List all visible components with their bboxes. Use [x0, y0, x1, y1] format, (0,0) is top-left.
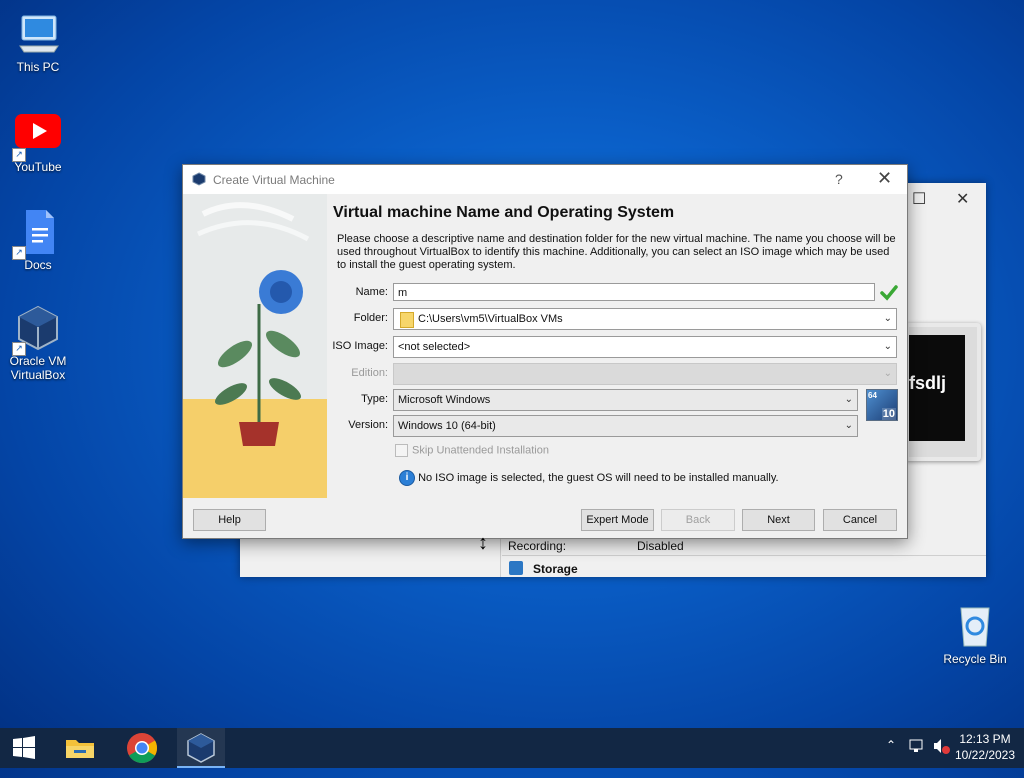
checkbox-box	[395, 444, 408, 457]
maximize-icon[interactable]: ☐	[912, 189, 926, 209]
skip-unattended-label: Skip Unattended Installation	[412, 444, 549, 457]
virtualbox-icon: ↗	[12, 304, 62, 356]
help-icon[interactable]: ?	[835, 171, 843, 187]
chevron-down-icon: ⌄	[844, 420, 853, 431]
version-value: Windows 10 (64-bit)	[398, 420, 496, 432]
vm-preview: fsdlj	[905, 323, 981, 461]
valid-checkmark-icon	[880, 285, 898, 301]
os-version-label: 10	[881, 408, 896, 420]
back-button[interactable]: Back	[661, 509, 735, 531]
youtube-icon: ↗	[12, 110, 62, 162]
computer-icon	[14, 10, 62, 58]
section-divider	[502, 555, 986, 556]
taskbar-chrome[interactable]	[118, 728, 166, 768]
virtualbox-icon	[192, 172, 206, 186]
shortcut-arrow-icon: ↗	[12, 342, 26, 356]
os-bits-label: 64	[868, 391, 877, 400]
desktop-icon-label: Oracle VM VirtualBox	[9, 354, 67, 382]
info-text: No ISO image is selected, the guest OS w…	[418, 471, 779, 484]
info-message: i No ISO image is selected, the guest OS…	[399, 470, 779, 486]
desktop-icon-label: YouTube	[14, 160, 62, 174]
storage-icon	[509, 561, 523, 575]
iso-image-select[interactable]: <not selected> ⌄	[393, 336, 897, 358]
folder-label: Folder:	[353, 312, 388, 324]
cancel-button[interactable]: Cancel	[823, 509, 897, 531]
iso-image-value: <not selected>	[398, 341, 471, 353]
desktop-icon-label: This PC	[16, 60, 60, 74]
vm-preview-screen: fsdlj	[909, 335, 965, 441]
next-button[interactable]: Next	[742, 509, 815, 531]
info-icon: i	[399, 470, 415, 486]
start-icon	[13, 736, 35, 759]
desktop-icon-label: Recycle Bin	[943, 652, 1007, 666]
page-heading: Virtual machine Name and Operating Syste…	[333, 204, 675, 221]
resize-cursor-icon: ↕	[478, 532, 488, 554]
expert-mode-button[interactable]: Expert Mode	[581, 509, 654, 531]
docs-icon: ↗	[12, 208, 62, 260]
desktop-icon-youtube[interactable]: ↗ YouTube	[0, 110, 76, 174]
taskbar-clock[interactable]: 12:13 PM 10/22/2023	[952, 731, 1018, 763]
version-label: Version:	[348, 419, 388, 431]
desktop-icon-label: Docs	[24, 258, 52, 272]
start-button[interactable]	[0, 728, 48, 768]
virtualbox-icon	[187, 733, 215, 763]
shortcut-arrow-icon: ↗	[12, 148, 26, 162]
recording-value: Disabled	[637, 539, 684, 553]
desktop-icon-virtualbox[interactable]: ↗ Oracle VM VirtualBox	[0, 304, 76, 382]
version-select[interactable]: Windows 10 (64-bit) ⌄	[393, 415, 858, 437]
dialog-titlebar[interactable]: Create Virtual Machine ? ✕	[183, 165, 907, 194]
name-input[interactable]: m	[393, 283, 875, 301]
taskbar-virtualbox[interactable]	[177, 728, 225, 768]
folder-value: C:\Users\vm5\VirtualBox VMs	[418, 313, 563, 325]
desktop-icon-this-pc[interactable]: This PC	[0, 10, 76, 74]
chevron-down-icon: ⌄	[844, 394, 853, 405]
chevron-down-icon: ⌄	[883, 368, 892, 379]
shortcut-arrow-icon: ↗	[12, 246, 26, 260]
close-icon[interactable]: ✕	[956, 189, 969, 209]
chrome-icon	[127, 733, 158, 764]
type-value: Microsoft Windows	[398, 394, 491, 406]
type-select[interactable]: Microsoft Windows ⌄	[393, 389, 858, 411]
clock-date: 10/22/2023	[954, 748, 1016, 762]
show-hidden-icons-icon[interactable]: ⌃	[886, 738, 896, 778]
wizard-illustration	[183, 194, 327, 498]
create-vm-dialog[interactable]: Create Virtual Machine ? ✕ Virtual machi…	[182, 164, 908, 539]
page-description: Please choose a descriptive name and des…	[337, 233, 896, 271]
wizard-content: Virtual machine Name and Operating Syste…	[332, 194, 903, 498]
taskbar: ⌃ 12:13 PM 10/22/2023	[0, 728, 1024, 768]
taskbar-file-explorer[interactable]	[56, 728, 104, 768]
os-type-icon: 64 10	[866, 389, 898, 421]
desktop-icon-docs[interactable]: ↗ Docs	[0, 208, 76, 272]
help-button[interactable]: Help	[193, 509, 266, 531]
desktop-icon-recycle-bin[interactable]: Recycle Bin	[937, 602, 1013, 666]
type-label: Type:	[361, 393, 388, 405]
recording-label: Recording:	[508, 539, 567, 553]
storage-section-title[interactable]: Storage	[533, 562, 578, 576]
dialog-title: Create Virtual Machine	[213, 173, 335, 187]
chevron-down-icon: ⌄	[883, 313, 892, 324]
name-label: Name:	[355, 286, 388, 298]
clock-time: 12:13 PM	[959, 732, 1011, 746]
edition-select: ⌄	[393, 363, 897, 385]
skip-unattended-checkbox: Skip Unattended Installation	[395, 444, 549, 457]
volume-muted-icon[interactable]	[932, 737, 950, 777]
network-icon[interactable]	[908, 737, 926, 777]
folder-icon	[400, 312, 414, 328]
file-explorer-icon	[66, 740, 94, 758]
iso-image-label: ISO Image:	[332, 340, 388, 352]
chevron-down-icon: ⌄	[883, 341, 892, 352]
dialog-footer: Help Expert Mode Back Next Cancel	[183, 498, 907, 538]
edition-label: Edition:	[351, 367, 388, 379]
recycle-bin-icon	[951, 602, 999, 650]
close-icon[interactable]: ✕	[877, 168, 892, 189]
folder-select[interactable]: C:\Users\vm5\VirtualBox VMs ⌄	[393, 308, 897, 330]
